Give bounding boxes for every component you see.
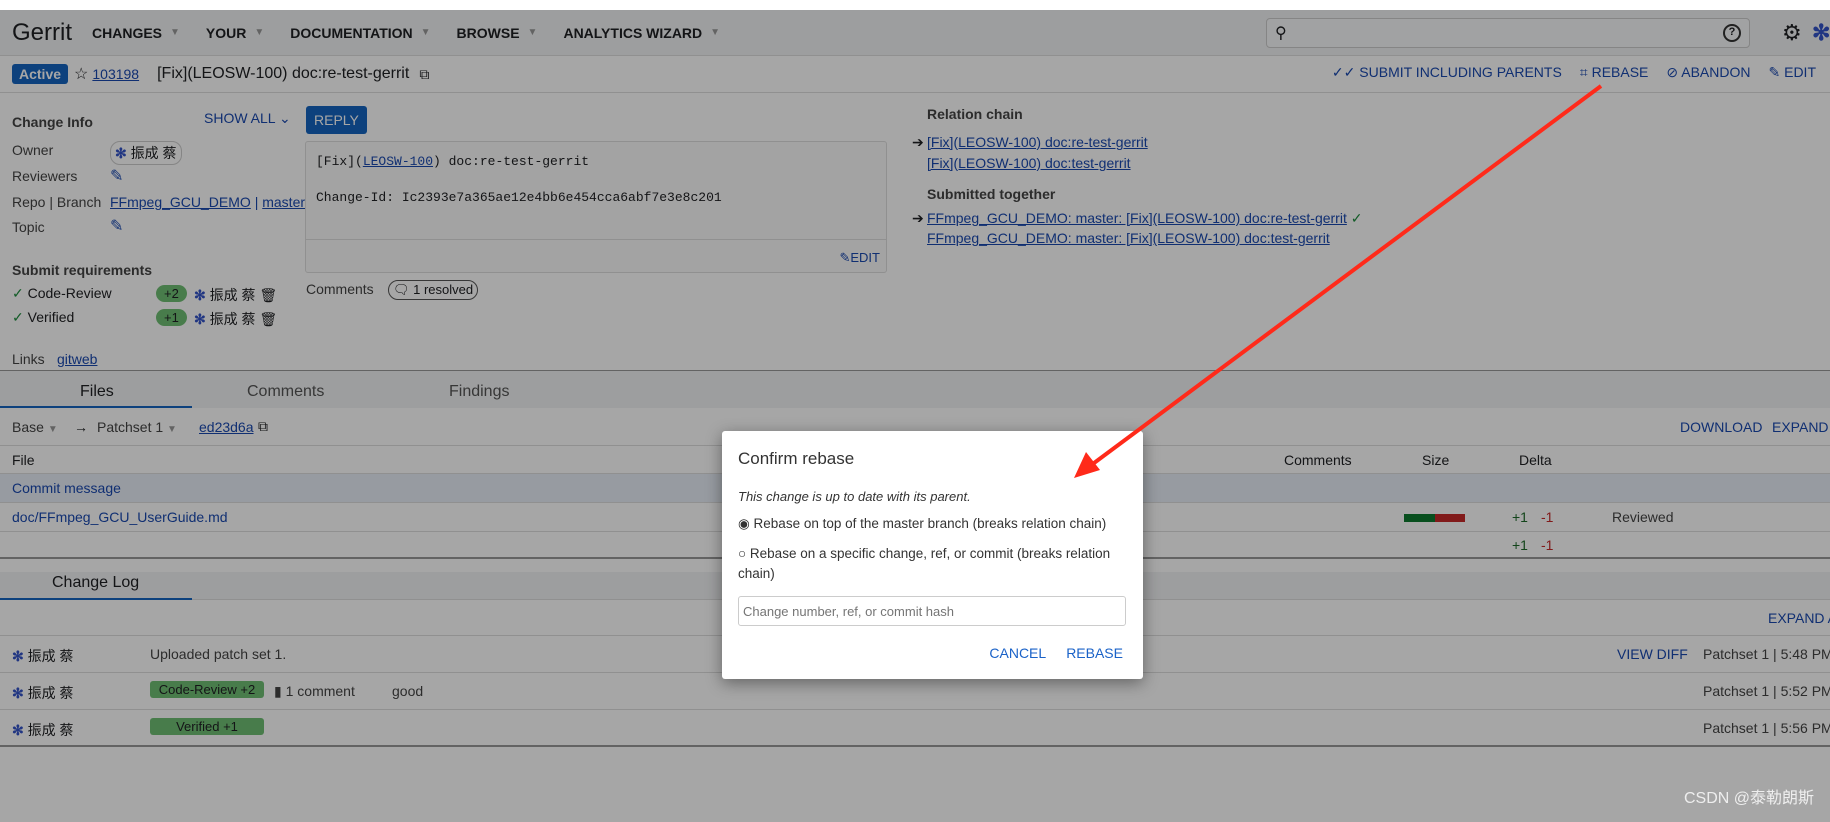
- watermark: CSDN @泰勒朗斯: [1683, 790, 1814, 807]
- annotation-arrow: [1074, 84, 1603, 478]
- arrow-head: [1074, 452, 1100, 478]
- arrow-shaft: [1088, 84, 1603, 468]
